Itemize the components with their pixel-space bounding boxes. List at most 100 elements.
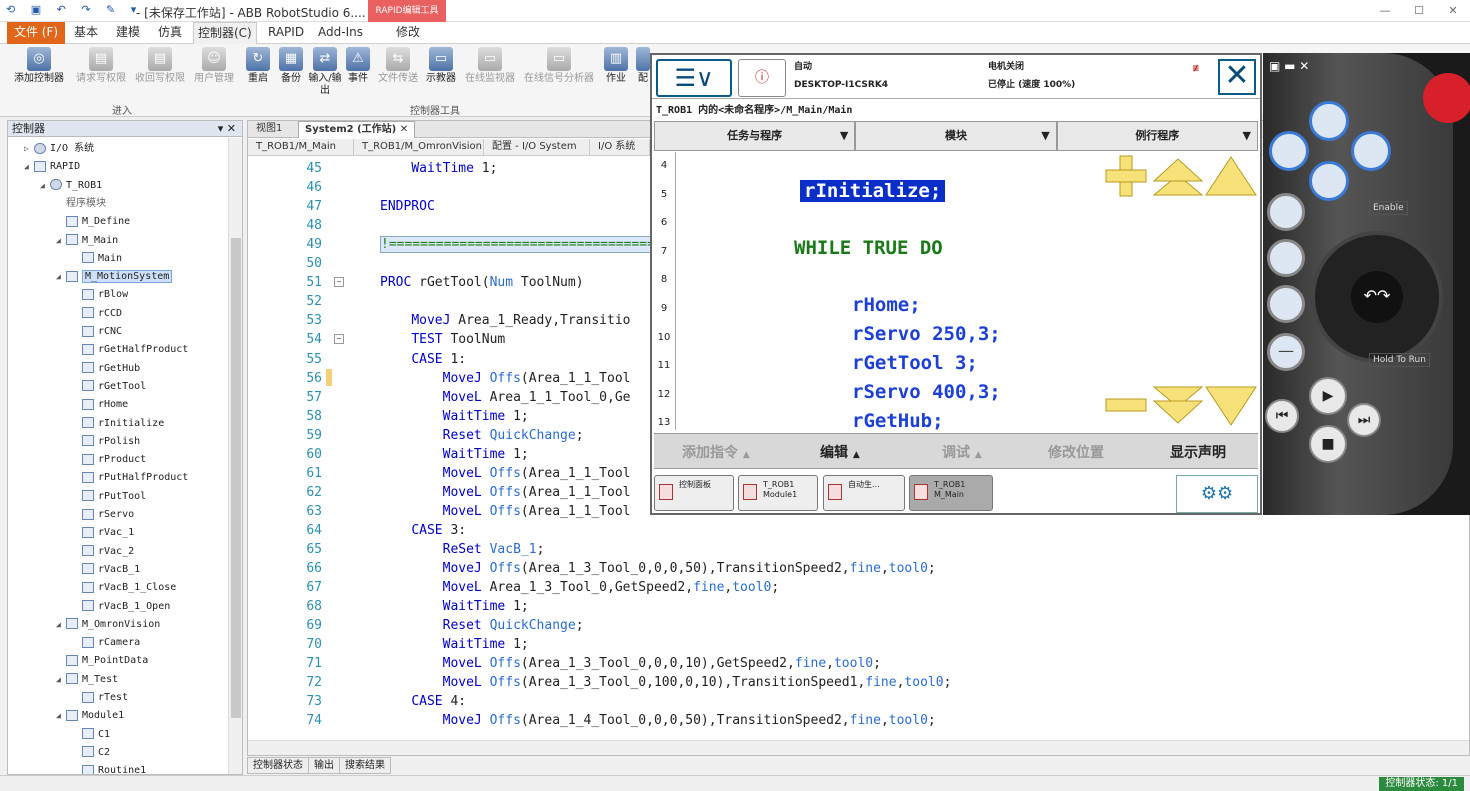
tree-node[interactable]: ◢ M_Test (56, 671, 118, 689)
events-button[interactable]: ⚠ 事件 (344, 47, 372, 85)
tree-node[interactable]: rCNC (72, 323, 122, 341)
tree-node[interactable]: rCamera (72, 634, 140, 652)
close-tab-icon[interactable]: ✕ (400, 124, 408, 135)
code-line[interactable]: 69 Reset QuickChange; (248, 616, 1468, 635)
tree-node[interactable]: C1 (72, 726, 110, 744)
code-line[interactable]: 71 MoveL Offs(Area_1_3_Tool_0,0,0,10),Ge… (248, 654, 1468, 673)
minimize-icon[interactable]: — (1368, 0, 1402, 22)
expander-icon[interactable]: ◢ (56, 232, 66, 250)
signal-analyzer-button[interactable]: ▭ 在线信号分析器 (520, 47, 598, 85)
backup-button[interactable]: ▦ 备份 (277, 47, 305, 85)
expander-icon[interactable]: ◢ (24, 158, 34, 176)
fp-tasks-dropdown[interactable]: 任务与程序 ▼ (654, 121, 856, 151)
fp-modify-position-button[interactable]: 修改位置 (1048, 442, 1104, 462)
fp-code-line[interactable]: rHome; (852, 294, 921, 316)
file-transfer-button[interactable]: ⇆ 文件传送 (375, 47, 421, 85)
tab-m-main[interactable]: T_ROB1/M_Main (248, 139, 354, 156)
fp-task-control-panel[interactable]: 控制面板 (654, 475, 734, 511)
tab-file[interactable]: 文件 (F) (7, 22, 65, 44)
tree-node[interactable]: ◢ M_MotionSystem (56, 268, 173, 286)
mechanical-unit-icon[interactable] (1267, 193, 1305, 231)
code-line[interactable]: 72 MoveL Offs(Area_1_3_Tool_0,100,0,10),… (248, 673, 1468, 692)
fp-task-module1[interactable]: T_ROB1 Module1 (738, 475, 818, 511)
code-line[interactable]: 64 CASE 3: (248, 521, 1468, 540)
user-management-button[interactable]: ☺ 用户管理 (190, 47, 238, 85)
fold-toggle-icon[interactable]: − (334, 277, 344, 288)
step-back-icon[interactable]: ⏮ (1265, 399, 1299, 433)
release-write-button[interactable]: ▤ 收回写权限 (132, 47, 188, 85)
scroll-up-icon[interactable] (1205, 156, 1257, 196)
fp-routines-dropdown[interactable]: 例行程序 ▼ (1056, 121, 1258, 151)
fp-show-declarations-button[interactable]: 显示声明 (1170, 442, 1226, 462)
tree-node[interactable]: rBlow (72, 286, 128, 304)
code-line[interactable]: 67 MoveL Area_1_3_Tool_0,GetSpeed2,fine,… (248, 578, 1468, 597)
run-icon[interactable]: ▶ (1309, 377, 1347, 415)
step-forward-icon[interactable]: ⏭ (1347, 403, 1381, 437)
zoom-out-icon[interactable] (1105, 398, 1147, 412)
code-line[interactable]: 66 MoveJ Offs(Area_1_3_Tool_0,0,0,50),Tr… (248, 559, 1468, 578)
tree-node[interactable]: Main (72, 250, 122, 268)
tab-controller[interactable]: 控制器(C) (193, 22, 257, 44)
joystick[interactable]: ↶↷ (1311, 231, 1443, 363)
tree-node[interactable]: M_PointData (56, 652, 148, 670)
tree-node[interactable]: rGetHub (72, 360, 140, 378)
code-line[interactable]: 73 CASE 4: (248, 692, 1468, 711)
tab-modeling[interactable]: 建模 (112, 22, 144, 44)
tree-node[interactable]: rVacB_1_Open (72, 598, 170, 616)
tab-rapid[interactable]: RAPID (264, 22, 308, 44)
tree-node[interactable]: rCCD (72, 305, 122, 323)
pendant-window-controls[interactable]: ▣ ▬ ✕ (1269, 59, 1309, 73)
tab-io-system[interactable]: I/O 系统 (590, 139, 650, 156)
tree-node[interactable]: rPolish (72, 433, 140, 451)
tree-node[interactable]: ◢ M_OmronVision (56, 616, 160, 634)
scrollbar-thumb[interactable] (231, 238, 241, 718)
motion-mode-icon[interactable] (1267, 239, 1305, 277)
online-monitor-button[interactable]: ▭ 在线监视器 (462, 47, 518, 85)
tree-node[interactable]: rHome (72, 396, 128, 414)
fp-modules-dropdown[interactable]: 模块 ▼ (855, 121, 1057, 151)
maximize-icon[interactable]: ☐ (1402, 0, 1436, 22)
tree-node[interactable]: rProduct (72, 451, 146, 469)
expander-icon[interactable]: ◢ (56, 268, 66, 286)
fp-code-line[interactable]: rGetHub; (852, 410, 944, 430)
expander-icon[interactable]: ◢ (40, 177, 50, 195)
fp-debug-button[interactable]: 调试 ▲ (942, 442, 982, 462)
quick-access-toolbar[interactable]: ⟲ ▣ ↶ ↷ ✎ ▾ (6, 3, 142, 16)
stop-icon[interactable]: ■ (1309, 425, 1347, 463)
tree-node[interactable]: rGetTool (72, 378, 146, 396)
code-line[interactable]: 74 MoveJ Offs(Area_1_4_Tool_0,0,0,50),Tr… (248, 711, 1468, 730)
emergency-stop-button[interactable] (1423, 73, 1470, 123)
add-controller-button[interactable]: ◎ 添加控制器 (10, 47, 68, 85)
tree-node[interactable]: rVac_2 (72, 543, 134, 561)
flexpendant-button[interactable]: ▭ 示教器 (423, 47, 459, 85)
tab-system2[interactable]: System2 (工作站) ✕ (298, 121, 416, 138)
tree-node[interactable]: rTest (72, 689, 128, 707)
fp-main-menu-button[interactable]: ☰∨ (656, 59, 732, 97)
tree-node[interactable]: rVac_1 (72, 524, 134, 542)
fp-quickset-button[interactable]: ⚙⚙ (1176, 475, 1258, 513)
request-write-button[interactable]: ▤ 请求写权限 (73, 47, 129, 85)
close-icon[interactable]: ✕ (1436, 0, 1470, 22)
tree-node[interactable]: M_Define (56, 213, 130, 231)
fp-code-line[interactable]: rServo 250,3; (852, 323, 1001, 345)
tree-node[interactable]: Routine1 (72, 762, 146, 774)
pendant-key-3[interactable] (1309, 161, 1349, 201)
fp-code-line[interactable]: rInitialize; (800, 180, 946, 202)
tab-io-config[interactable]: 配置 - I/O System (484, 139, 590, 156)
expander-icon[interactable]: ▷ (24, 140, 34, 158)
tab-simulation[interactable]: 仿真 (154, 22, 186, 44)
tree-node[interactable]: rGetHalfProduct (72, 341, 188, 359)
fp-task-m-main[interactable]: T_ROB1 M_Main (909, 475, 993, 511)
fp-code-line[interactable]: rGetTool 3; (852, 352, 978, 374)
panel-pin-close-icon[interactable]: ▾ ✕ (218, 121, 236, 137)
jobs-button[interactable]: ▥ 作业 (602, 47, 630, 85)
code-line[interactable]: 65 ReSet VacB_1; (248, 540, 1468, 559)
tree-node[interactable]: rInitialize (72, 415, 164, 433)
io-button[interactable]: ⇄ 输入/输出 (308, 47, 342, 97)
pendant-key-1[interactable] (1269, 131, 1309, 171)
increment-icon[interactable] (1267, 285, 1305, 323)
fp-event-log-button[interactable]: ⓘ (738, 59, 786, 97)
pendant-key-4[interactable] (1351, 131, 1391, 171)
tree-node[interactable]: rVacB_1_Close (72, 579, 176, 597)
toggle-icon[interactable]: — (1267, 333, 1305, 371)
